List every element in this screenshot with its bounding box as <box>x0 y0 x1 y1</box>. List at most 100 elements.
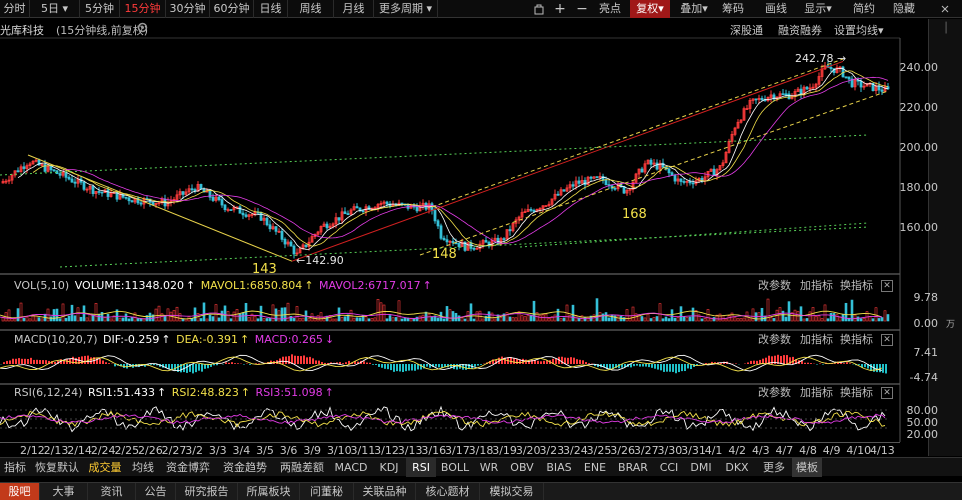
volume-bar <box>469 303 473 322</box>
hide-button[interactable]: 隐藏 <box>884 0 924 18</box>
bottom-nav-item[interactable]: 问董秘 <box>300 483 354 500</box>
volume-bar <box>175 306 179 322</box>
macd-edit-params[interactable]: 改参数 <box>758 333 791 347</box>
indicator-tab[interactable]: WR <box>474 458 504 477</box>
macd-bar <box>747 362 749 364</box>
bottom-nav-item[interactable]: 公告 <box>136 483 176 500</box>
indicator-tab[interactable]: OBV <box>504 458 540 477</box>
simple-mode-button[interactable]: 简约 <box>846 0 882 18</box>
bottom-nav-item[interactable]: 关联品种 <box>354 483 416 500</box>
volume-bar <box>394 317 398 322</box>
rsi-add-indicator[interactable]: 加指标 <box>800 386 833 400</box>
rsi-edit-params[interactable]: 改参数 <box>758 386 791 400</box>
high-price-value: 242.78 <box>795 52 834 65</box>
trend-line[interactable] <box>419 90 889 256</box>
macd-bar <box>804 362 806 364</box>
indicator-tab[interactable]: BOLL <box>436 458 474 477</box>
side-toggle-icon[interactable]: │ <box>929 23 962 34</box>
macd-bar <box>54 361 56 364</box>
indicator-tab[interactable]: BIAS <box>540 458 578 477</box>
macd-bar <box>396 364 398 372</box>
period-tab-5min[interactable]: 5分钟 <box>80 0 120 18</box>
indicator-tab[interactable]: 成交量 <box>84 458 126 477</box>
period-tab-intraday[interactable]: 分时 <box>0 0 30 18</box>
volume-bar <box>802 318 806 322</box>
date-tick: 4/9 <box>822 444 841 457</box>
collapse-icon[interactable] <box>930 0 960 18</box>
draw-line-button[interactable]: 画线 <box>758 0 794 18</box>
vol-switch-indicator[interactable]: 换指标 <box>840 279 873 293</box>
indicator-tab[interactable]: 恢复默认 <box>30 458 84 477</box>
period-tab-15min[interactable]: 15分钟 <box>120 0 166 18</box>
highlight-button[interactable]: 亮点 <box>592 0 628 18</box>
rsi-close-icon[interactable]: ✕ <box>881 387 893 399</box>
indicator-tab[interactable]: DKX <box>718 458 756 477</box>
rsi-switch-indicator[interactable]: 换指标 <box>840 386 873 400</box>
volume-bar <box>823 304 827 322</box>
macd-bar <box>33 359 35 364</box>
indicator-tab[interactable]: RSI <box>406 458 436 477</box>
indicator-tab[interactable]: CCI <box>654 458 684 477</box>
trend-line[interactable] <box>291 60 844 262</box>
indicator-tab[interactable]: 两融差额 <box>274 458 330 477</box>
macd-bar <box>84 355 86 364</box>
vol-add-indicator[interactable]: 加指标 <box>800 279 833 293</box>
overlay-button[interactable]: 叠加▾ <box>674 0 714 18</box>
adjust-button[interactable]: 复权▾ <box>630 0 670 18</box>
macd-bar <box>885 364 887 374</box>
macd-close-icon[interactable]: ✕ <box>881 334 893 346</box>
trend-line[interactable] <box>519 222 869 248</box>
volume-bar <box>136 318 140 322</box>
minus-icon[interactable]: − <box>572 0 592 18</box>
display-button[interactable]: 显示▾ <box>798 0 838 18</box>
period-tab-monthly[interactable]: 月线 <box>334 0 374 18</box>
trend-line[interactable] <box>27 154 293 262</box>
indicator-tab[interactable]: BRAR <box>612 458 654 477</box>
indicator-tab[interactable]: KDJ <box>372 458 406 477</box>
trend-line[interactable] <box>431 58 844 208</box>
pin-icon[interactable] <box>528 0 550 18</box>
macd-bar <box>3 362 5 364</box>
bottom-nav-item[interactable]: 所属板块 <box>238 483 300 500</box>
volume-bar <box>532 300 536 322</box>
candle-body <box>22 166 26 169</box>
bottom-nav-item[interactable]: 核心题材 <box>416 483 480 500</box>
macd-switch-indicator[interactable]: 换指标 <box>840 333 873 347</box>
macd-bar <box>339 361 341 364</box>
volume-bar <box>247 317 251 322</box>
indicator-tab[interactable]: 指标 <box>0 458 30 477</box>
volume-bar <box>382 304 386 322</box>
macd-bar <box>582 360 584 364</box>
macd-bar <box>282 356 284 364</box>
bottom-nav-item[interactable]: 模拟交易 <box>480 483 544 500</box>
period-tab-60min[interactable]: 60分钟 <box>210 0 254 18</box>
bottom-nav-item[interactable]: 股吧 <box>0 483 40 500</box>
period-tab-30min[interactable]: 30分钟 <box>166 0 210 18</box>
indicator-tab[interactable]: DMI <box>684 458 718 477</box>
macd-bar <box>810 363 812 364</box>
period-tab-5day[interactable]: 5日 ▾ <box>30 0 80 18</box>
volume-bar <box>673 317 677 322</box>
bottom-nav-item[interactable]: 资讯 <box>88 483 136 500</box>
volume-bar <box>652 317 656 322</box>
macd-add-indicator[interactable]: 加指标 <box>800 333 833 347</box>
indicator-tab[interactable]: 资金博弈 <box>160 458 216 477</box>
indicator-tab[interactable]: 模板 <box>792 458 822 477</box>
plus-icon[interactable]: + <box>550 0 570 18</box>
volume-bar <box>241 312 245 322</box>
macd-bar <box>672 364 674 372</box>
period-tab-daily[interactable]: 日线 <box>254 0 288 18</box>
bottom-nav-item[interactable]: 大事 <box>40 483 88 500</box>
indicator-tab[interactable]: 更多 <box>756 458 792 477</box>
chips-button[interactable]: 筹码 <box>716 0 750 18</box>
period-tab-weekly[interactable]: 周线 <box>288 0 334 18</box>
indicator-tab[interactable]: ENE <box>578 458 612 477</box>
indicator-tab[interactable]: MACD <box>330 458 372 477</box>
volume-bar <box>874 307 878 322</box>
period-tab-more[interactable]: 更多周期 ▾ <box>374 0 438 18</box>
bottom-nav-item[interactable]: 研究报告 <box>176 483 238 500</box>
vol-edit-params[interactable]: 改参数 <box>758 279 791 293</box>
indicator-tab[interactable]: 资金趋势 <box>216 458 274 477</box>
side-panel-strip[interactable]: │ <box>928 19 962 456</box>
indicator-tab[interactable]: 均线 <box>126 458 160 477</box>
